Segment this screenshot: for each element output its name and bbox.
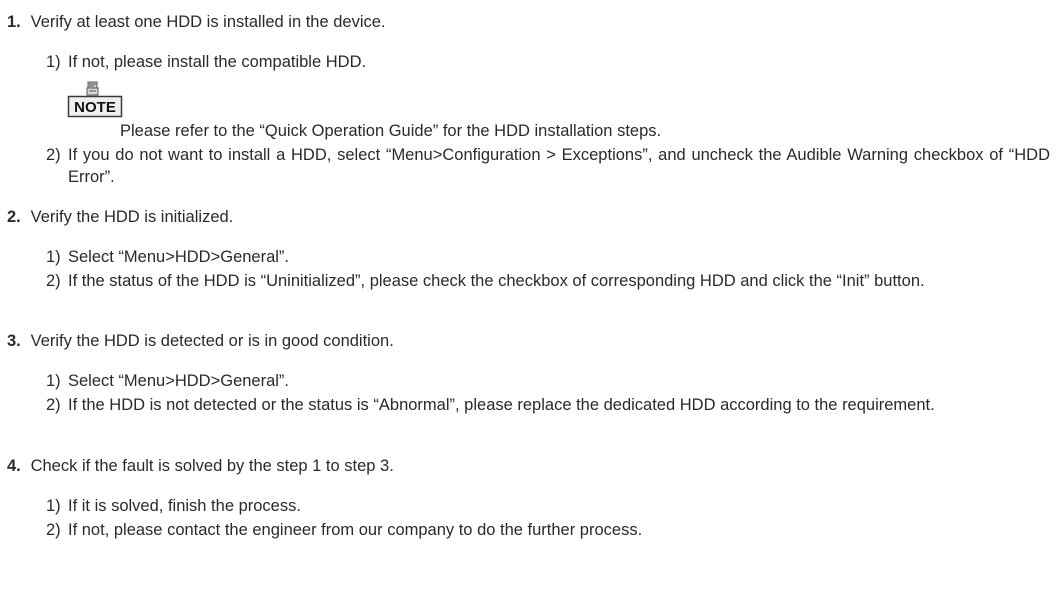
step-text: Check if the fault is solved by the step… [30,457,394,475]
step-number: 1. [7,13,21,31]
item-text: If the HDD is not detected or the status… [68,396,935,414]
step-text: Verify at least one HDD is installed in … [30,13,386,31]
step-3-item-1: 1) Select “Menu>HDD>General”. [46,370,1050,392]
step-4-item-2: 2) If not, please contact the engineer f… [46,519,1050,541]
item-text: Select “Menu>HDD>General”. [68,248,290,266]
step-number: 4. [7,457,21,475]
item-marker: 1) [46,248,61,266]
item-text: If it is solved, finish the process. [68,497,301,515]
note-text: Please refer to the “Quick Operation Gui… [120,122,662,140]
note-icon: NOTE [67,81,123,118]
item-marker: 1) [46,53,61,71]
step-number: 3. [7,332,21,350]
item-marker: 1) [46,372,61,390]
item-marker: 2) [46,521,61,539]
item-text: If not, please contact the engineer from… [68,521,643,539]
step-number: 2. [7,208,21,226]
step-1: 1. Verify at least one HDD is installed … [7,11,1050,33]
step-2-item-1: 1) Select “Menu>HDD>General”. [46,246,1050,268]
item-text: If not, please install the compatible HD… [68,53,367,71]
step-1-item-2: 2) If you do not want to install a HDD, … [46,144,1050,188]
step-4-item-1: 1) If it is solved, finish the process. [46,495,1050,517]
step-1-item-1: 1) If not, please install the compatible… [46,51,1050,73]
step-3: 3. Verify the HDD is detected or is in g… [7,330,1050,352]
item-marker: 2) [46,396,61,414]
note-label: NOTE [74,99,116,116]
step-3-item-2: 2) If the HDD is not detected or the sta… [46,394,1050,416]
step-text: Verify the HDD is detected or is in good… [30,332,394,350]
item-text: Select “Menu>HDD>General”. [68,372,290,390]
item-marker: 2) [46,146,61,164]
item-marker: 1) [46,497,61,515]
item-text: If you do not want to install a HDD, sel… [68,146,1050,186]
document-page: 1. Verify at least one HDD is installed … [0,0,1062,607]
step-4: 4. Check if the fault is solved by the s… [7,455,1050,477]
step-2-item-2: 2) If the status of the HDD is “Uninitia… [46,270,1050,292]
step-2: 2. Verify the HDD is initialized. [7,206,1050,228]
item-marker: 2) [46,272,61,290]
step-text: Verify the HDD is initialized. [30,208,234,226]
item-text: If the status of the HDD is “Uninitializ… [68,272,925,290]
